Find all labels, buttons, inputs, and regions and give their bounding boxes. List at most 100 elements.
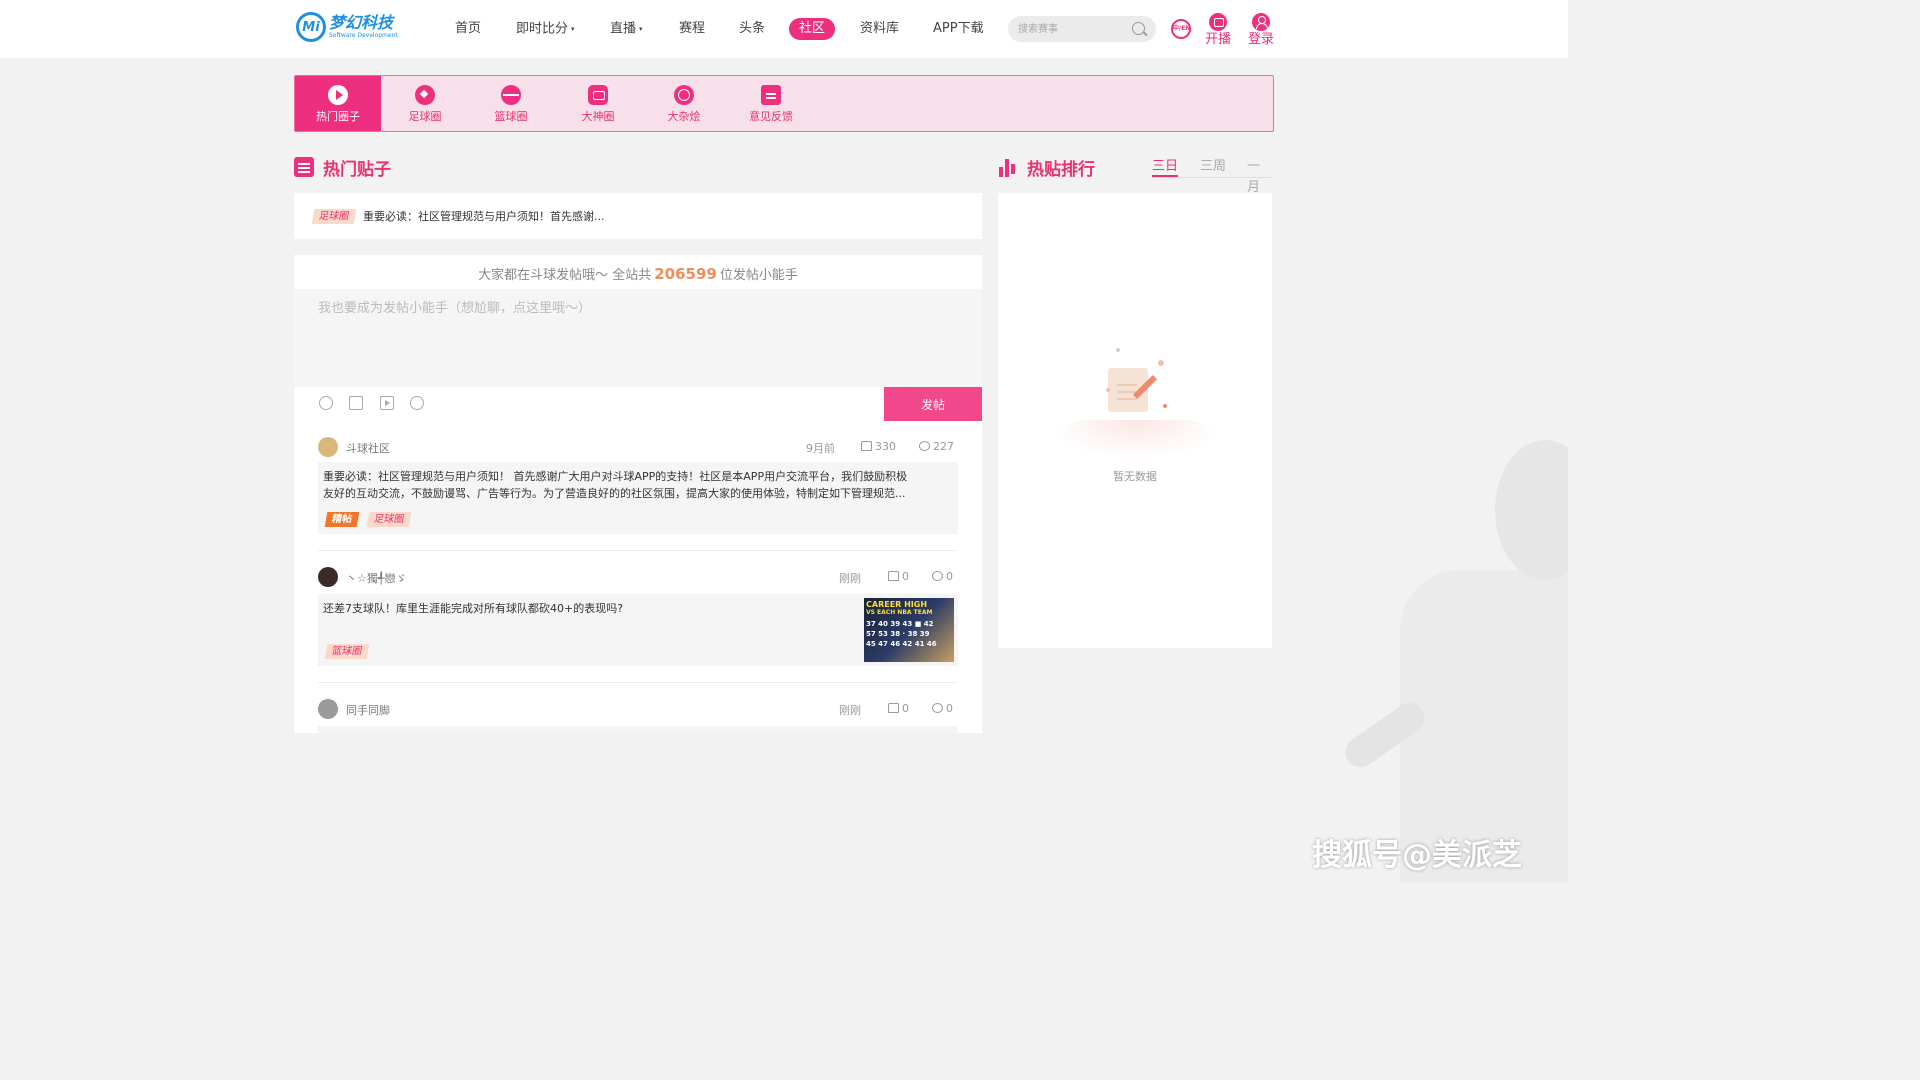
like-count[interactable]: 0 <box>888 702 909 715</box>
comment-count[interactable]: 227 <box>919 440 954 453</box>
circle-tag[interactable]: 足球圈 <box>311 209 357 224</box>
post-text-line: 友好的互动交流，不鼓励谩骂、广告等行为。为了营造良好的的社区氛围，提高大家的使用… <box>323 487 906 500</box>
nav-database[interactable]: 资料库 <box>860 18 899 40</box>
background-player-art <box>1280 420 1568 882</box>
thumb-grid: 37 40 39 43 ■ 42 57 53 38 · 38 39 45 47 … <box>866 619 952 649</box>
ranking-title: 热贴排行 <box>998 155 1095 180</box>
ranking-title-text: 热贴排行 <box>1027 159 1095 180</box>
post-text: 还差7支球队！库里生涯能完成对所有球队都砍40+的表现吗? <box>323 600 623 617</box>
robot-icon <box>588 85 608 105</box>
start-stream-button[interactable]: 开播 <box>1205 13 1231 47</box>
tab-misc-circle[interactable]: 大杂烩 <box>641 76 727 131</box>
feedback-icon <box>761 85 781 105</box>
comment-icon <box>919 441 930 451</box>
tab-hot-circles[interactable]: 热门圈子 <box>295 76 381 131</box>
nav-schedule[interactable]: 赛程 <box>679 18 705 40</box>
circle-tag[interactable]: 篮球圈 <box>324 644 370 659</box>
post-body[interactable] <box>318 726 958 733</box>
language-switch-icon[interactable]: 中/EN <box>1171 19 1191 39</box>
list-item[interactable]: 斗球社区 9月前 330 227 重要必读：社区管理规范与用户须知！ 首先感谢广… <box>318 437 958 537</box>
avatar[interactable] <box>318 567 338 587</box>
post-time: 刚刚 <box>839 572 861 585</box>
pinned-post[interactable]: 足球圈 重要必读：社区管理规范与用户须知！首先感谢... <box>294 193 982 239</box>
nav-label: 直播 <box>610 21 637 37</box>
nav-label: 社区 <box>799 21 826 36</box>
tab-three-days[interactable]: 三日 <box>1152 156 1179 177</box>
document-icon <box>294 157 314 177</box>
tab-label: 意见反馈 <box>749 110 793 123</box>
chevron-down-icon: ▾ <box>571 25 575 33</box>
avatar[interactable] <box>318 699 338 719</box>
search-icon[interactable] <box>1132 22 1145 35</box>
nav-label: 赛程 <box>679 21 706 36</box>
nav-label: APP下载 <box>933 21 984 36</box>
video-icon[interactable] <box>380 396 394 410</box>
like-count[interactable]: 330 <box>861 440 896 453</box>
play-icon <box>328 85 348 105</box>
stat-prefix: 大家都在斗球发帖哦～ 全站共 <box>478 268 652 283</box>
empty-state-text: 暂无数据 <box>1113 470 1157 483</box>
nav-home[interactable]: 首页 <box>455 18 481 40</box>
like-count[interactable]: 0 <box>888 570 909 583</box>
tab-one-month[interactable]: 一月 <box>1247 156 1272 195</box>
nav-label: 首页 <box>455 21 482 36</box>
poster-count: 206599 <box>654 265 717 283</box>
thumbs-up-icon <box>888 571 899 581</box>
bar-chart-icon <box>998 157 1018 177</box>
tab-label: 篮球圈 <box>494 110 528 123</box>
logo-subtitle: Software Development <box>329 32 398 39</box>
list-item[interactable]: 丶☆獨╃戀ゞ 刚刚 0 0 还差7支球队！库里生涯能完成对所有球队都砍40+的表… <box>318 567 958 667</box>
post-composer: 大家都在斗球发帖哦～ 全站共206599位发帖小能手 发帖 <box>294 255 982 421</box>
post-thumbnail[interactable]: CAREER HIGH VS EACH NBA TEAM 37 40 39 43… <box>864 598 954 662</box>
comment-count[interactable]: 0 <box>932 570 953 583</box>
tab-three-weeks[interactable]: 三周 <box>1200 156 1226 177</box>
post-body[interactable]: 还差7支球队！库里生涯能完成对所有球队都砍40+的表现吗? 篮球圈 CAREER… <box>318 594 958 666</box>
site-logo[interactable]: Mi 梦幻科技 Software Development <box>296 12 398 42</box>
list-item[interactable]: 同手同脚 刚刚 0 0 <box>318 699 958 733</box>
pinned-post-title[interactable]: 重要必读：社区管理规范与用户须知！首先感谢... <box>363 208 605 224</box>
nav-app-download[interactable]: APP下载 <box>933 18 984 40</box>
search-input[interactable] <box>1018 20 1128 38</box>
image-icon[interactable] <box>349 396 363 410</box>
emoji-icon[interactable] <box>319 396 333 410</box>
avatar[interactable] <box>318 437 338 457</box>
thumb-subtitle: VS EACH NBA TEAM <box>866 609 933 616</box>
tab-feedback[interactable]: 意见反馈 <box>728 76 814 131</box>
post-button[interactable]: 发帖 <box>884 387 982 421</box>
comment-count[interactable]: 0 <box>932 702 953 715</box>
thumb-title: CAREER HIGH <box>866 600 928 609</box>
post-author[interactable]: 斗球社区 <box>346 440 390 456</box>
post-author[interactable]: 丶☆獨╃戀ゞ <box>346 570 406 586</box>
tab-expert-circle[interactable]: 大神圈 <box>555 76 641 131</box>
decor-dot <box>1106 388 1110 392</box>
post-text: 重要必读：社区管理规范与用户须知！ 首先感谢广大用户对斗球APP的支持！社区是本… <box>323 468 907 502</box>
post-author[interactable]: 同手同脚 <box>346 702 390 718</box>
nav-community[interactable]: 社区 <box>789 18 836 40</box>
camera-icon <box>1209 13 1227 31</box>
nav-headlines[interactable]: 头条 <box>739 18 765 40</box>
search-box <box>1008 16 1156 42</box>
nav-label: 资料库 <box>860 21 900 36</box>
divider <box>318 550 958 551</box>
post-text-line: 还差7支球队！库里生涯能完成对所有球队都砍40+的表现吗? <box>323 602 624 615</box>
post-body[interactable]: 重要必读：社区管理规范与用户须知！ 首先感谢广大用户对斗球APP的支持！社区是本… <box>318 462 958 534</box>
tab-basketball-circle[interactable]: 篮球圈 <box>468 76 554 131</box>
nav-live-score[interactable]: 即时比分 ▾ <box>516 18 575 40</box>
login-label: 登录 <box>1248 32 1275 47</box>
decor-dot <box>1116 348 1120 352</box>
comment-count-value: 0 <box>946 702 953 715</box>
nav-live[interactable]: 直播 ▾ <box>610 18 643 40</box>
post-input[interactable] <box>294 289 982 387</box>
illustration-halo <box>1046 420 1226 460</box>
poster-count-banner: 大家都在斗球发帖哦～ 全站共 206599 位发帖小能手 <box>294 264 982 283</box>
football-icon[interactable] <box>410 396 424 410</box>
login-button[interactable]: 登录 <box>1248 13 1274 47</box>
tab-label: 热门圈子 <box>316 110 360 123</box>
circle-tag[interactable]: 足球圈 <box>366 512 412 527</box>
post-time: 9月前 <box>806 442 835 455</box>
hot-ranking-panel: 暂无数据 <box>998 193 1272 648</box>
top-header: Mi 梦幻科技 Software Development 首页 即时比分 ▾ 直播… <box>0 0 1568 58</box>
watermark: 搜狐号@美派芝 <box>1312 838 1522 873</box>
post-tags: 精帖 足球圈 <box>324 511 416 527</box>
tab-football-circle[interactable]: 足球圈 <box>382 76 468 131</box>
